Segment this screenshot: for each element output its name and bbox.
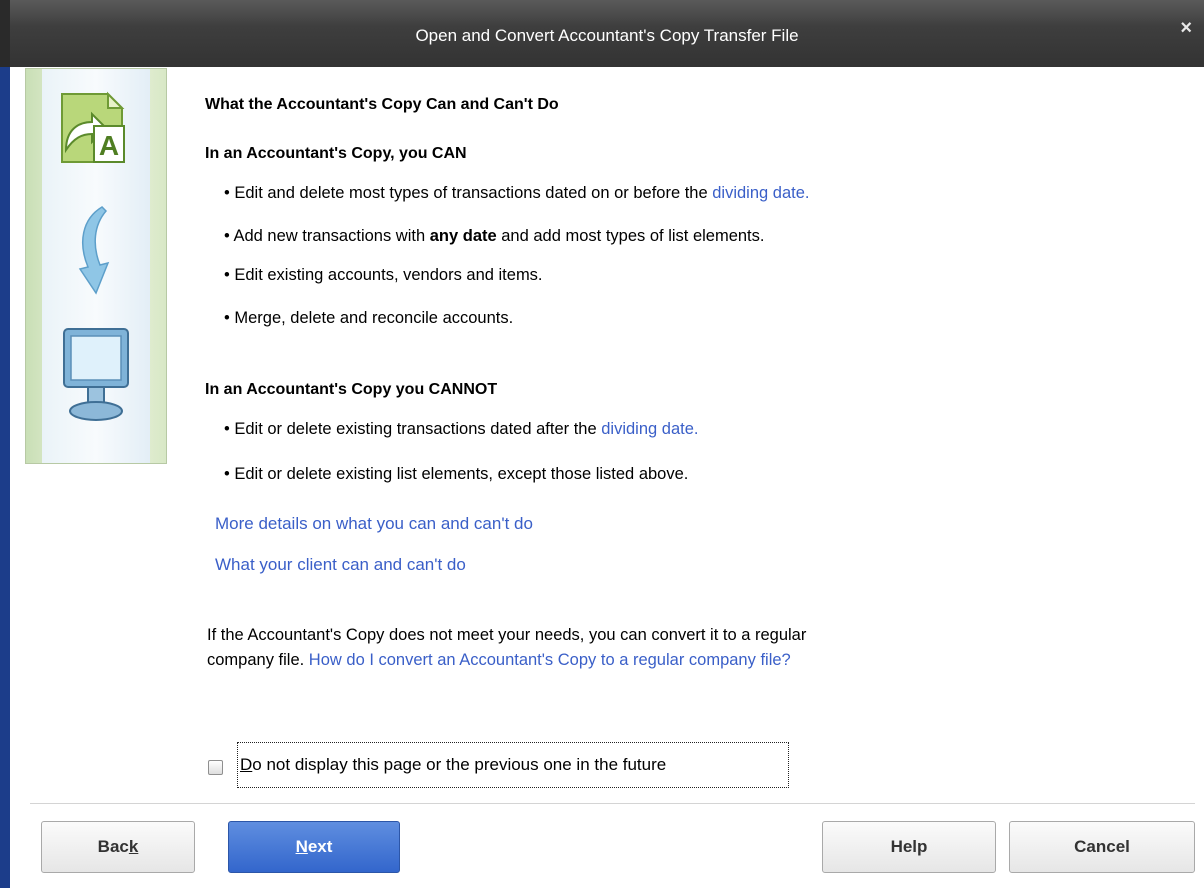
- can-item-3: • Edit existing accounts, vendors and it…: [224, 266, 543, 285]
- can-item-1-text: • Edit and delete most types of transact…: [224, 184, 713, 202]
- help-button[interactable]: Help: [822, 821, 996, 873]
- close-icon[interactable]: ×: [1180, 17, 1192, 40]
- can-item-4: • Merge, delete and reconcile accounts.: [224, 309, 513, 328]
- next-mnemonic: N: [295, 837, 308, 856]
- dividing-date-link-1[interactable]: dividing date.: [712, 184, 809, 202]
- do-not-display-checkbox[interactable]: [208, 760, 223, 775]
- can-section-title: In an Accountant's Copy, you CAN: [205, 145, 467, 162]
- back-mnemonic: k: [128, 837, 139, 856]
- monitor-icon: [63, 328, 129, 421]
- more-details-link[interactable]: More details on what you can and can't d…: [215, 514, 533, 534]
- cannot-item-2-text: • Edit or delete existing list elements,…: [224, 465, 689, 483]
- window-frame-edge: [0, 67, 10, 888]
- back-label: Bac: [97, 837, 129, 856]
- cannot-section-title: In an Accountant's Copy you CANNOT: [205, 381, 498, 398]
- next-button[interactable]: Next: [228, 821, 400, 873]
- client-link[interactable]: What your client can and can't do: [215, 555, 466, 575]
- can-item-4-text: • Merge, delete and reconcile accounts.: [224, 309, 514, 327]
- page-heading: What the Accountant's Copy Can and Can't…: [205, 96, 559, 113]
- footer-divider: [30, 803, 1195, 804]
- title-bar[interactable]: Open and Convert Accountant's Copy Trans…: [0, 0, 1204, 67]
- convert-note-line1: If the Accountant's Copy does not meet y…: [207, 626, 807, 644]
- down-arrow-icon: [78, 206, 110, 295]
- dividing-date-link-2[interactable]: dividing date.: [601, 420, 698, 438]
- cancel-button[interactable]: Cancel: [1009, 821, 1195, 873]
- can-item-1: • Edit and delete most types of transact…: [224, 184, 810, 203]
- cannot-item-2: • Edit or delete existing list elements,…: [224, 465, 688, 484]
- can-item-2: • Add new transactions with any date and…: [224, 227, 764, 246]
- cannot-item-1: • Edit or delete existing transactions d…: [224, 420, 699, 439]
- dialog-window: Open and Convert Accountant's Copy Trans…: [0, 0, 1204, 888]
- can-item-2-suffix: and add most types of list elements.: [496, 227, 765, 245]
- convert-note-line2: company file. How do I convert an Accoun…: [207, 651, 791, 670]
- window-title: Open and Convert Accountant's Copy Trans…: [415, 26, 799, 45]
- can-item-2-bold: any date: [429, 227, 497, 245]
- convert-help-link[interactable]: How do I convert an Accountant's Copy to…: [309, 651, 791, 669]
- can-item-2-text: • Add new transactions with: [224, 227, 430, 245]
- do-not-display-label[interactable]: Do not display this page or the previous…: [237, 742, 789, 788]
- convert-note-prefix: company file.: [207, 651, 309, 669]
- can-item-3-text: • Edit existing accounts, vendors and it…: [224, 266, 543, 284]
- cannot-item-1-text: • Edit or delete existing transactions d…: [224, 420, 602, 438]
- svg-text:A: A: [99, 130, 119, 161]
- checkbox-label-text: o not display this page or the previous …: [252, 755, 667, 774]
- convert-file-icon: A: [61, 91, 125, 163]
- next-label: ext: [307, 837, 333, 856]
- back-button[interactable]: Bac k: [41, 821, 195, 873]
- checkbox-label-mnemonic: D: [240, 755, 253, 774]
